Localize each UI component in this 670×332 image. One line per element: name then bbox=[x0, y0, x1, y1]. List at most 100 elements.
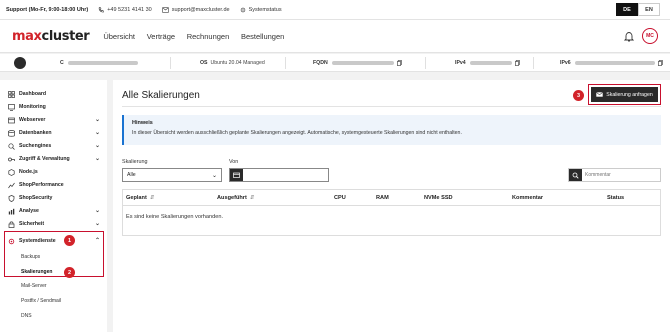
notice-title: Hinweis bbox=[132, 120, 153, 126]
sidebar-item-shopsecurity[interactable]: ShopSecurity bbox=[8, 192, 100, 204]
lang-en-button[interactable]: EN bbox=[638, 3, 660, 16]
sidebar-item-analysis[interactable]: Analyse ⌄ bbox=[8, 205, 100, 217]
column-ram: RAM bbox=[376, 195, 389, 201]
sidebar-item-shopperformance[interactable]: ShopPerformance bbox=[8, 179, 100, 191]
sidebar-item-nodejs[interactable]: Node.js bbox=[8, 166, 100, 178]
server-ipv6: IPv6 bbox=[560, 60, 663, 66]
dashboard-icon bbox=[8, 90, 15, 98]
sidebar-subitem-backups[interactable]: Backups bbox=[21, 254, 40, 260]
server-os: OS Ubuntu 20.04 Managed bbox=[200, 60, 265, 66]
monitor-icon bbox=[8, 103, 15, 111]
search-icon bbox=[8, 142, 15, 150]
server-fqdn: FQDN bbox=[313, 60, 402, 66]
settings-icon bbox=[240, 7, 245, 12]
shield-icon bbox=[8, 194, 15, 202]
database-icon bbox=[8, 129, 15, 137]
chevron-up-icon: ⌃ bbox=[94, 238, 100, 244]
chevron-down-icon: ⌄ bbox=[94, 221, 100, 227]
scaling-filter-select[interactable]: Alle ⌄ bbox=[122, 168, 222, 182]
chevron-down-icon: ⌄ bbox=[94, 143, 100, 149]
column-status: Status bbox=[607, 195, 625, 201]
user-avatar[interactable]: MC bbox=[642, 28, 658, 44]
copy-icon[interactable] bbox=[657, 60, 663, 66]
analysis-icon bbox=[8, 208, 15, 215]
step-badge-2: 2 bbox=[64, 267, 75, 278]
chevron-down-icon: ⌄ bbox=[211, 173, 217, 179]
key-icon bbox=[8, 156, 15, 163]
server-ipv4: IPv4 bbox=[455, 60, 520, 66]
phone-icon bbox=[99, 6, 104, 12]
sidebar-item-databases[interactable]: Datenbanken ⌄ bbox=[8, 127, 100, 139]
empty-table-message: Es sind keine Skalierungen vorhanden. bbox=[126, 214, 224, 220]
system-status-link[interactable]: Systemstatus bbox=[240, 7, 282, 13]
from-date-field[interactable] bbox=[229, 168, 329, 182]
support-bar: Support (Mo-Fr, 9:00-18:00 Uhr) +49 5231… bbox=[0, 0, 670, 20]
sort-icon: ⇵ bbox=[249, 195, 255, 201]
scaling-filter-label: Skalierung bbox=[122, 159, 148, 165]
email-link[interactable]: support@maxcluster.de bbox=[162, 7, 230, 13]
comment-search-input[interactable] bbox=[585, 171, 659, 179]
sidebar-item-dashboard[interactable]: Dashboard bbox=[8, 88, 100, 100]
search-icon[interactable] bbox=[569, 169, 582, 181]
support-email: support@maxcluster.de bbox=[171, 6, 230, 13]
column-comment: Kommentar bbox=[512, 195, 544, 201]
nav-overview[interactable]: Übersicht bbox=[103, 32, 135, 41]
bell-icon[interactable] bbox=[624, 31, 634, 42]
info-notice: Hinweis In dieser Übersicht werden aussc… bbox=[122, 115, 661, 145]
lang-de-button[interactable]: DE bbox=[616, 3, 638, 16]
chevron-down-icon: ⌄ bbox=[94, 130, 100, 136]
server-status-icon bbox=[14, 57, 26, 69]
phone-link[interactable]: +49 5231 4141 30 bbox=[98, 7, 152, 13]
lock-icon bbox=[8, 221, 15, 228]
main-header: maxcluster Übersicht Verträge Rechnungen… bbox=[0, 20, 670, 53]
notice-text: In dieser Übersicht werden ausschließlic… bbox=[132, 130, 462, 136]
maxcluster-logo[interactable]: maxcluster bbox=[12, 29, 90, 44]
column-planned[interactable]: Geplant ⇵ bbox=[126, 195, 155, 201]
nav-orders[interactable]: Bestellungen bbox=[241, 32, 284, 41]
from-date-label: Von bbox=[229, 159, 239, 165]
sidebar-item-webserver[interactable]: Webserver ⌄ bbox=[8, 114, 100, 126]
sidebar-subitem-dns[interactable]: DNS bbox=[21, 313, 32, 319]
mail-icon bbox=[596, 92, 604, 97]
performance-icon bbox=[8, 182, 15, 189]
comment-search-field[interactable] bbox=[568, 168, 661, 182]
mail-icon bbox=[162, 6, 169, 13]
sidebar-item-systemservices[interactable]: Systemdienste ⌃ bbox=[8, 235, 100, 247]
webserver-icon bbox=[8, 117, 15, 124]
calendar-icon[interactable] bbox=[230, 169, 243, 181]
chevron-down-icon: ⌄ bbox=[94, 117, 100, 123]
column-nvme: NVMe SSD bbox=[424, 195, 453, 201]
server-info-bar: C OS Ubuntu 20.04 Managed FQDN IPv4 IPv6 bbox=[0, 54, 670, 72]
sidebar-item-monitoring[interactable]: Monitoring bbox=[8, 101, 100, 113]
request-scaling-button[interactable]: Skalierung anfragen bbox=[591, 87, 658, 102]
system-status-label: Systemstatus bbox=[248, 6, 282, 13]
request-button-highlight: Skalierung anfragen bbox=[588, 84, 661, 105]
sidebar-item-searchengines[interactable]: Suchengines ⌄ bbox=[8, 140, 100, 152]
phone-number: +49 5231 4141 30 bbox=[107, 6, 152, 13]
server-name: C bbox=[60, 60, 138, 66]
scalings-table: Geplant ⇵ Ausgeführt ⇵ CPU RAM NVMe SSD Ko… bbox=[122, 189, 661, 236]
main-content: Alle Skalierungen 3 Skalierung anfragen … bbox=[113, 80, 670, 332]
step-badge-1: 1 bbox=[64, 235, 75, 246]
nodejs-icon bbox=[8, 168, 15, 176]
copy-icon[interactable] bbox=[396, 60, 402, 66]
gear-icon bbox=[8, 238, 15, 245]
sort-icon: ⇵ bbox=[149, 195, 155, 201]
sidebar-item-access[interactable]: Zugriff & Verwaltung ⌄ bbox=[8, 153, 100, 165]
support-hours: Support (Mo-Fr, 9:00-18:00 Uhr) bbox=[6, 6, 89, 13]
chevron-down-icon: ⌄ bbox=[94, 156, 100, 162]
step-badge-3: 3 bbox=[573, 90, 584, 101]
column-executed[interactable]: Ausgeführt ⇵ bbox=[217, 195, 255, 201]
sidebar-subitem-mailserver[interactable]: Mail-Server bbox=[21, 283, 47, 289]
title-divider bbox=[122, 106, 661, 107]
table-header: Geplant ⇵ Ausgeführt ⇵ CPU RAM NVMe SSD Ko… bbox=[123, 190, 660, 206]
copy-icon[interactable] bbox=[514, 60, 520, 66]
column-cpu: CPU bbox=[334, 195, 346, 201]
nav-contracts[interactable]: Verträge bbox=[147, 32, 175, 41]
chevron-down-icon: ⌄ bbox=[94, 208, 100, 214]
sidebar: Dashboard Monitoring Webserver ⌄ Datenba… bbox=[0, 80, 107, 332]
sidebar-subitem-scalings[interactable]: Skalierungen bbox=[21, 269, 52, 275]
sidebar-subitem-postfix[interactable]: Postfix / Sendmail bbox=[21, 298, 61, 304]
sidebar-item-security[interactable]: Sicherheit ⌄ bbox=[8, 218, 100, 230]
nav-invoices[interactable]: Rechnungen bbox=[187, 32, 230, 41]
